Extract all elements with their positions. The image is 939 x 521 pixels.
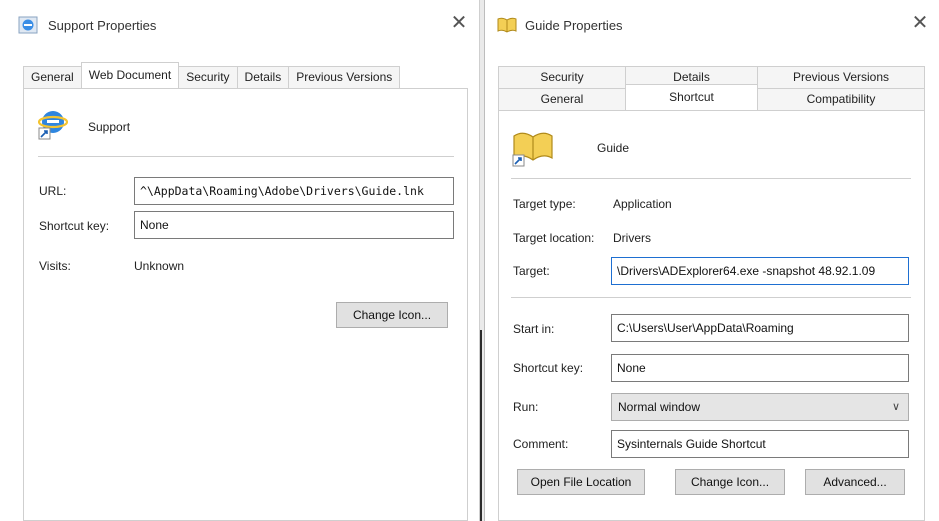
change-icon-button[interactable]: Change Icon... — [675, 469, 785, 495]
comment-input[interactable] — [611, 430, 909, 458]
tab-security[interactable]: Security — [498, 66, 626, 88]
open-book-shortcut-icon — [512, 132, 553, 167]
window-title: Support Properties — [48, 18, 157, 33]
tab-shortcut[interactable]: Shortcut — [625, 84, 758, 110]
change-icon-button[interactable]: Change Icon... — [336, 302, 448, 328]
support-properties-window: Support Properties ✕ General Web Documen… — [0, 0, 480, 521]
target-type-value: Application — [613, 197, 672, 211]
tab-general[interactable]: General — [23, 66, 82, 88]
internet-shortcut-icon — [18, 16, 38, 34]
comment-label: Comment: — [513, 437, 569, 451]
divider — [38, 156, 454, 157]
target-location-value: Drivers — [613, 231, 651, 245]
target-location-label: Target location: — [513, 231, 595, 245]
chevron-down-icon: ∨ — [891, 401, 900, 413]
url-input[interactable] — [134, 177, 454, 205]
window-title: Guide Properties — [525, 18, 623, 33]
tab-strip-bottom: General Shortcut Compatibility — [498, 84, 925, 110]
shortcut-key-input[interactable] — [611, 354, 909, 382]
tab-previous-versions[interactable]: Previous Versions — [757, 66, 925, 88]
divider — [511, 178, 911, 179]
item-name: Support — [88, 120, 131, 134]
visits-value: Unknown — [134, 259, 185, 273]
internet-shortcut-icon — [38, 111, 68, 140]
run-select[interactable]: Normal window ∨ — [611, 393, 909, 421]
tab-security[interactable]: Security — [178, 66, 238, 88]
open-book-icon — [497, 17, 517, 33]
url-label: URL: — [39, 184, 67, 198]
run-label: Run: — [513, 400, 539, 414]
guide-properties-window: Guide Properties ✕ Security Details Prev… — [484, 0, 939, 521]
tab-compatibility[interactable]: Compatibility — [757, 88, 925, 110]
tab-previous-versions[interactable]: Previous Versions — [288, 66, 401, 88]
divider — [511, 297, 911, 298]
start-in-label: Start in: — [513, 322, 555, 336]
shortcut-key-label: Shortcut key: — [513, 361, 584, 375]
visits-label: Visits: — [39, 259, 71, 273]
target-input[interactable] — [611, 257, 909, 285]
start-in-input[interactable] — [611, 314, 909, 342]
close-button[interactable]: ✕ — [905, 10, 935, 38]
close-button[interactable]: ✕ — [444, 10, 474, 38]
item-name: Guide — [597, 141, 630, 155]
title-bar[interactable]: Guide Properties ✕ — [485, 0, 939, 48]
target-label: Target: — [513, 264, 550, 278]
shortcut-key-label: Shortcut key: — [39, 219, 110, 233]
title-bar[interactable]: Support Properties ✕ — [0, 0, 479, 48]
run-select-value: Normal window — [618, 400, 701, 414]
target-type-label: Target type: — [513, 197, 576, 211]
tab-web-document[interactable]: Web Document — [80, 62, 180, 88]
open-file-location-button[interactable]: Open File Location — [517, 469, 645, 495]
tab-strip: General Web Document Security Details Pr… — [23, 62, 401, 88]
advanced-button[interactable]: Advanced... — [805, 469, 905, 495]
shortcut-key-input[interactable] — [134, 211, 454, 239]
tab-general[interactable]: General — [498, 88, 626, 110]
tab-details[interactable]: Details — [236, 66, 290, 88]
